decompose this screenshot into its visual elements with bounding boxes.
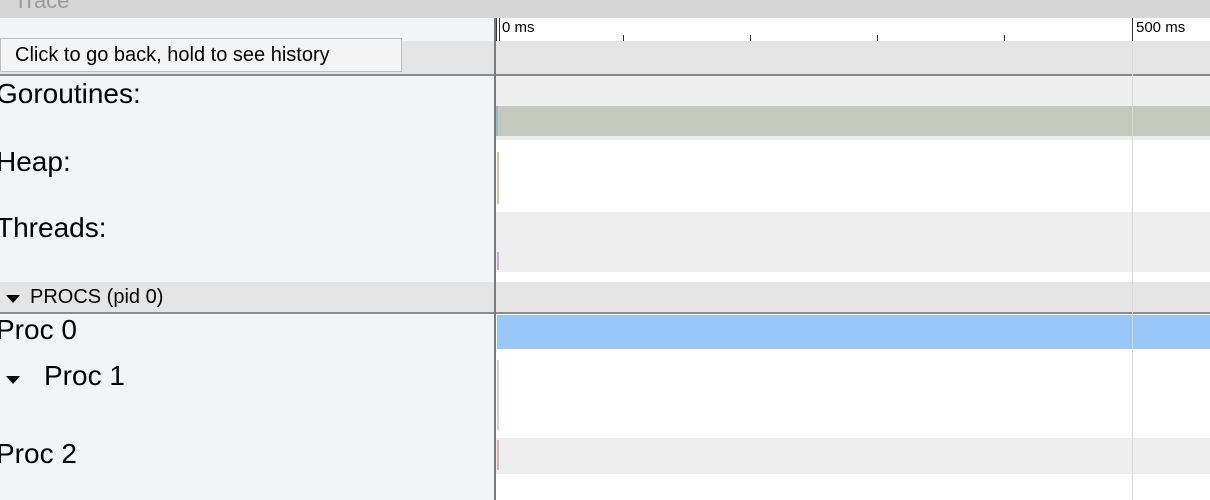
ruler-major-tick — [499, 18, 500, 41]
collapse-triangle-icon[interactable] — [6, 295, 20, 303]
column-divider[interactable] — [494, 18, 496, 500]
ruler-label-start: 0 ms — [502, 19, 535, 36]
proc0-label: Proc 0 — [0, 314, 77, 345]
goroutines-counter-edge — [496, 106, 498, 136]
procs-section-label: PROCS (pid 0) — [30, 286, 164, 308]
separator-line — [0, 312, 1210, 314]
window-title: Trace — [14, 0, 70, 13]
heap-track[interactable] — [496, 140, 1210, 212]
proc0-timeline-bar[interactable] — [497, 315, 1210, 349]
time-ruler[interactable]: 0 ms 500 ms — [496, 18, 1210, 42]
expand-triangle-icon[interactable] — [6, 376, 20, 384]
goroutines-label: Goroutines: — [0, 78, 141, 109]
section-gap — [494, 272, 1210, 282]
ruler-major-tick — [1132, 18, 1133, 41]
threads-track[interactable] — [496, 212, 1210, 272]
window-title-bar: Trace — [0, 0, 1210, 18]
proc1-track[interactable] — [496, 352, 1210, 436]
proc1-event-marker[interactable] — [497, 360, 499, 430]
threads-label: Threads: — [0, 212, 107, 243]
trace-viewer: Trace 0 ms 500 ms Goroutines: Heap: Thre… — [0, 0, 1210, 500]
proc2-label: Proc 2 — [0, 438, 77, 469]
time-gridline — [1132, 41, 1133, 500]
heap-counter-bar[interactable] — [497, 152, 499, 204]
goroutines-counter-bar[interactable] — [498, 106, 1210, 136]
ruler-label-500: 500 ms — [1136, 19, 1186, 36]
proc1-label: Proc 1 — [44, 360, 125, 391]
back-button-tooltip: Click to go back, hold to see history — [0, 38, 402, 72]
heap-label: Heap: — [0, 146, 71, 177]
threads-counter-bar[interactable] — [497, 252, 499, 270]
proc2-event-marker[interactable] — [497, 440, 499, 470]
proc2-track[interactable] — [496, 438, 1210, 474]
procs-section-header[interactable] — [0, 282, 1210, 312]
ruler-major-tick — [496, 18, 497, 41]
